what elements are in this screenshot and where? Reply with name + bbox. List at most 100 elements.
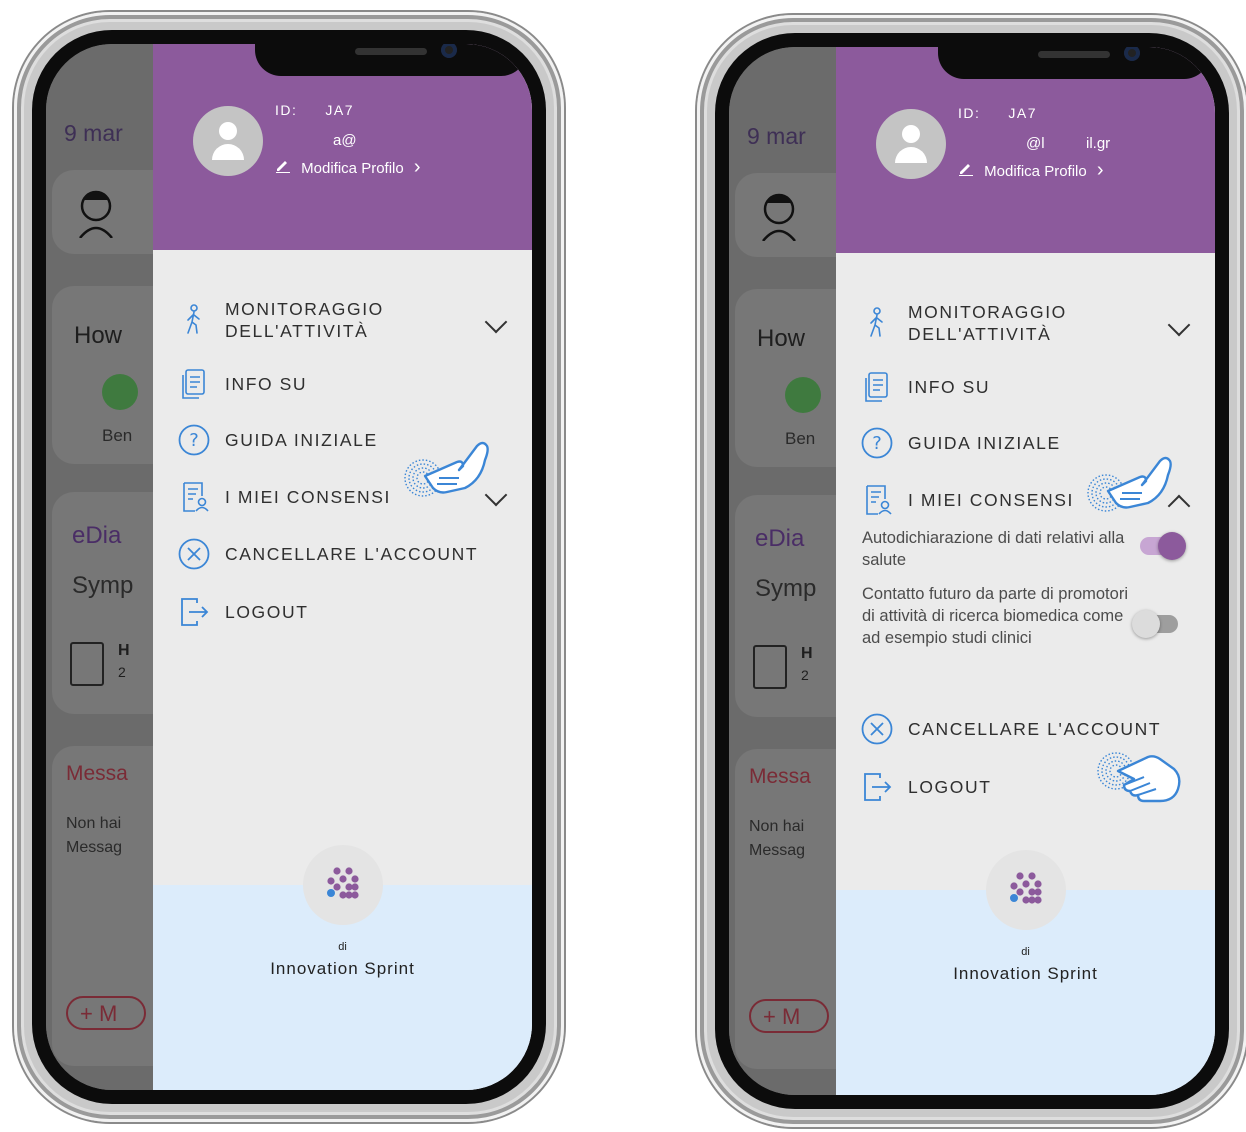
user-avatar-icon [79,190,113,238]
menu-label-activity: MONITORAGGIO DELL'ATTIVITÀ [225,299,384,341]
menu-item-activity[interactable]: MONITORAGGIO DELL'ATTIVITÀ [177,296,532,344]
messages-text: Non hai Messag [749,815,805,863]
phone-frame-right: 9 mar How Ben eDia Symp H 2 Messa Non ha… [697,15,1246,1127]
logout-icon [864,773,892,801]
drawer-footer: di Innovation Sprint [153,845,532,1090]
tap-hand-icon [1087,456,1172,512]
id-value: JA7 [325,102,355,118]
phone-bezel: 9 mar How Ben eDia Symp H 2 Messa Non ha… [715,33,1229,1109]
entry-subtitle: 2 [118,664,126,680]
document-info-icon [182,369,205,399]
consent-research-contact-toggle[interactable] [1132,610,1178,638]
navigation-drawer: ID: JA7 @l il.gr Modifica Profilo › MONIT… [836,47,1215,1095]
company-name: Innovation Sprint [270,959,415,978]
toggle-knob [1158,532,1186,560]
walking-person-icon [870,307,883,337]
camera-icon [1124,47,1140,61]
camera-icon [441,44,457,58]
user-id: ID: JA7 [275,102,354,118]
consent-research-contact: Contatto futuro da parte di promotori di… [862,585,1128,647]
menu-item-about[interactable]: INFO SU [860,367,1215,407]
chevron-down-icon[interactable] [484,310,508,334]
footer-by-label: di [338,941,347,953]
menu-label-guide: GUIDA INIZIALE [225,430,378,450]
menu-item-about[interactable]: INFO SU [177,364,532,404]
menu-label-activity: MONITORAGGIO DELL'ATTIVITÀ [908,302,1067,344]
messages-line-1: Non hai [66,815,122,832]
entry-title: H [801,645,813,662]
symptoms-label: Symp [755,575,817,602]
smiley-icon [102,374,138,410]
drawer-footer: di Innovation Sprint [836,850,1215,1095]
date-label: 9 mar [64,120,123,146]
profile-avatar-icon[interactable] [193,106,263,176]
mood-label: Ben [102,426,133,445]
add-message-button[interactable]: + M [749,999,829,1033]
menu-label-consents: I MIEI CONSENSI [225,487,391,507]
phone-screen: 9 mar How Ben eDia Symp H 2 Messa Non ha… [729,47,1215,1095]
pencil-icon [276,161,290,173]
add-message-button[interactable]: + M [66,996,146,1030]
menu-item-activity[interactable]: MONITORAGGIO DELL'ATTIVITÀ [860,299,1215,347]
company-name: Innovation Sprint [953,964,1098,983]
phone-screen: 9 mar How Ben eDia Symp H 2 Messa Non ha… [46,44,532,1090]
edit-profile-link[interactable]: Modifica Profilo › [275,156,421,179]
menu-label-about: INFO SU [908,377,991,397]
consent-document-icon [183,482,209,512]
messages-line-1: Non hai [749,818,805,835]
menu-label-consents: I MIEI CONSENSI [908,490,1074,510]
close-circle-icon [178,538,210,570]
ediary-title: eDia [755,525,805,552]
document-icon [753,645,787,689]
messages-title: Messa [66,762,128,785]
chevron-down-icon[interactable] [1167,313,1191,337]
user-id: ID: JA7 [958,105,1037,121]
walking-person-icon [187,304,200,334]
messages-line-2: Messag [749,842,806,859]
help-circle-icon: ? [178,424,210,456]
edit-profile-label: Modifica Profilo [984,163,1087,180]
chevron-right-icon: › [413,156,421,178]
edit-profile-label: Modifica Profilo [301,160,404,177]
id-label: ID: [275,102,298,118]
id-label: ID: [958,105,981,121]
menu-item-delete-account[interactable]: CANCELLARE L'ACCOUNT [177,534,532,574]
user-email-part-2: il.gr [1086,135,1111,152]
document-icon [70,642,104,686]
mood-card-title: How [74,322,123,349]
id-value: JA7 [1008,105,1038,121]
footer-by-label: di [1021,946,1030,958]
menu-label-delete: CANCELLARE L'ACCOUNT [908,719,1162,739]
logout-icon [181,598,209,626]
menu-item-delete-account[interactable]: CANCELLARE L'ACCOUNT [860,709,1215,749]
menu-item-logout[interactable]: LOGOUT [177,592,532,632]
mood-card-title: How [757,325,806,352]
document-info-icon [865,372,888,402]
tap-hand-icon [1097,752,1181,803]
svg-text:?: ? [189,430,199,451]
user-email-part-1: @l [1026,135,1045,152]
pencil-icon [959,164,973,176]
smiley-icon [785,377,821,413]
messages-title: Messa [749,765,811,788]
help-circle-icon: ? [861,427,893,459]
menu-label-about: INFO SU [225,374,308,394]
company-logo-icon [986,850,1066,930]
phone-notch [938,47,1210,79]
messages-text: Non hai Messag [66,812,122,860]
ediary-title: eDia [72,522,122,549]
menu-label-guide: GUIDA INIZIALE [908,433,1061,453]
edit-profile-link[interactable]: Modifica Profilo › [958,159,1104,182]
chevron-right-icon: › [1096,159,1104,181]
profile-avatar-icon[interactable] [876,109,946,179]
company-logo-icon [303,845,383,925]
consent-health-data-toggle[interactable] [1140,532,1186,560]
user-email: a@ [333,132,357,149]
consent-document-icon [866,485,892,515]
phone-notch [255,44,527,76]
svg-text:?: ? [872,433,882,454]
menu-label-delete: CANCELLARE L'ACCOUNT [225,544,479,564]
symptoms-label: Symp [72,572,134,599]
menu-label-logout: LOGOUT [908,777,992,797]
user-avatar-icon [762,193,796,241]
